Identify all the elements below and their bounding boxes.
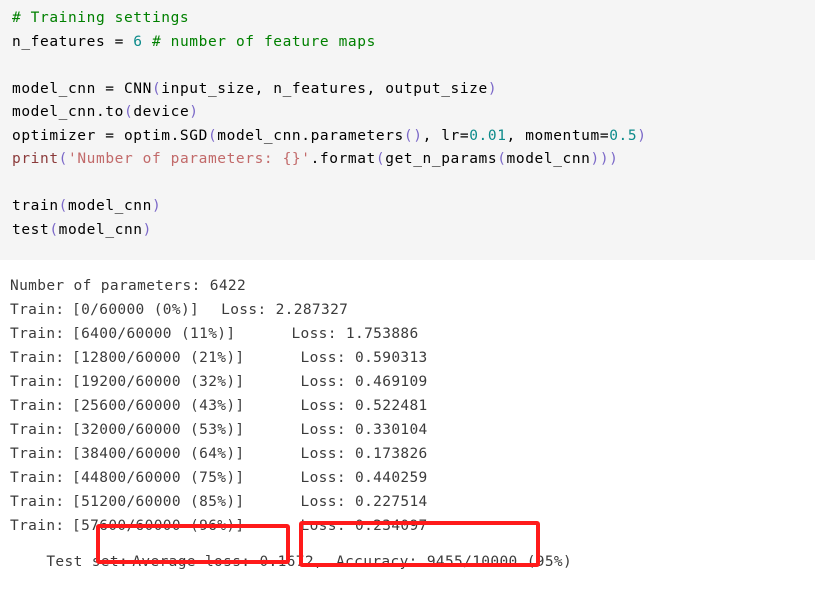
code-token-paren: (: [123, 104, 134, 120]
train-row-progress: [25600/60000 (43%)]: [72, 398, 245, 414]
code-token-paren: ): [487, 80, 498, 97]
code-token-paren: (: [151, 80, 162, 97]
code-token-paren: (: [49, 221, 59, 238]
train-row-loss: Loss: 0.469109: [300, 374, 428, 390]
output-train-row: Train: [6400/60000 (11%)] Loss: 1.753886: [10, 322, 815, 346]
train-row-progress: [19200/60000 (32%)]: [72, 374, 245, 390]
code-token-paren: (: [58, 151, 68, 167]
code-token-comment: # Training settings: [12, 10, 190, 26]
code-token-num: 0.5: [609, 127, 638, 144]
code-token-comment: # number of feature maps: [151, 33, 376, 50]
code-token-paren: ): [637, 127, 647, 144]
train-row-progress: [12800/60000 (21%)]: [72, 350, 245, 366]
code-token-fn: print: [12, 151, 59, 167]
code-token-plain: n_features =: [12, 33, 134, 50]
train-row-label: Train:: [10, 398, 65, 414]
code-cell[interactable]: # Training settings n_features = 6 # numb…: [0, 0, 815, 260]
test-set-accuracy: Accuracy: 9455/10000 (95%): [336, 554, 573, 570]
train-row-label: Train:: [10, 326, 65, 342]
code-token-paren: ): [189, 104, 199, 120]
train-row-loss: Loss: 0.440259: [300, 470, 428, 486]
code-token-plain: , lr=: [422, 127, 470, 144]
code-token-plain: get_n_params: [385, 151, 498, 167]
code-line: train(model_cnn): [12, 195, 815, 219]
train-row-progress: [32000/60000 (53%)]: [72, 422, 245, 438]
code-line: print('Number of parameters: {}'.format(…: [12, 148, 815, 172]
output-line-param-count: Number of parameters: 6422: [10, 278, 247, 294]
code-token-paren: (: [497, 151, 507, 167]
code-line: # Training settings: [12, 7, 815, 31]
train-row-loss: Loss: 0.227514: [300, 494, 428, 510]
train-row-progress: [44800/60000 (75%)]: [72, 470, 245, 486]
code-token-plain: input_size, n_features, output_size: [161, 80, 488, 97]
train-row-progress: [6400/60000 (11%)]: [72, 326, 236, 342]
output-train-row: Train: [0/60000 (0%)] Loss: 2.287327: [10, 298, 815, 322]
code-token-plain: train: [12, 198, 59, 214]
code-token-plain: model_cnn = CNN: [12, 80, 152, 97]
train-row-label: Train:: [10, 446, 65, 462]
train-row-progress: [0/60000 (0%)]: [72, 302, 200, 318]
test-set-average-loss: Average loss: 0.1672,: [132, 554, 324, 570]
output-line-test-set: Test set: Average loss: 0.1672, Accuracy:…: [10, 529, 572, 595]
code-token-plain: model_cnn.parameters: [217, 127, 404, 144]
train-row-label: Train:: [10, 374, 65, 390]
code-token-paren: (: [58, 198, 68, 214]
code-token-plain: model_cnn: [68, 198, 152, 214]
code-token-plain: .format: [310, 151, 376, 167]
code-token-paren: ))): [590, 151, 619, 167]
code-token-plain: model_cnn.to: [12, 104, 124, 120]
output-train-row: Train: [32000/60000 (53%)] Loss: 0.330104: [10, 418, 815, 442]
train-row-label: Train:: [10, 470, 65, 486]
train-row-loss: Loss: 0.522481: [300, 398, 428, 414]
output-train-row: Train: [51200/60000 (85%)] Loss: 0.227514: [10, 490, 815, 514]
test-set-prefix: Test set:: [46, 554, 138, 570]
train-row-loss: Loss: 1.753886: [291, 326, 419, 342]
code-token-paren: (: [207, 127, 218, 144]
code-token-plain: model_cnn: [506, 151, 591, 167]
train-row-progress: [38400/60000 (64%)]: [72, 446, 245, 462]
output-train-row: Train: [19200/60000 (32%)] Loss: 0.469109: [10, 370, 815, 394]
code-token-num: 0.01: [469, 127, 507, 144]
code-token-plain: test: [12, 221, 50, 238]
code-token-num: 6: [133, 33, 143, 50]
code-line: model_cnn.to(device): [12, 101, 815, 125]
code-token-plain: device: [133, 104, 190, 120]
train-row-loss: Loss: 2.287327: [221, 302, 349, 318]
train-row-label: Train:: [10, 422, 65, 438]
code-line: n_features = 6 # number of feature maps: [12, 31, 815, 55]
code-source[interactable]: # Training settings n_features = 6 # numb…: [12, 7, 815, 242]
output-train-row: Train: [12800/60000 (21%)] Loss: 0.590313: [10, 346, 815, 370]
code-token-plain: model_cnn: [58, 221, 143, 238]
code-line: test(model_cnn): [12, 219, 815, 243]
code-token-plain: , momentum=: [506, 127, 610, 144]
train-row-label: Train:: [10, 494, 65, 510]
train-row-label: Train:: [10, 302, 65, 318]
train-row-loss: Loss: 0.330104: [300, 422, 428, 438]
train-row-loss: Loss: 0.590313: [300, 350, 428, 366]
code-token-paren: (): [403, 127, 423, 144]
train-row-label: Train:: [10, 350, 65, 366]
output-train-row: Train: [44800/60000 (75%)] Loss: 0.440259: [10, 466, 815, 490]
output-train-row: Train: [25600/60000 (43%)] Loss: 0.522481: [10, 394, 815, 418]
code-token-paren: (: [375, 151, 386, 167]
code-token-paren: ): [142, 221, 152, 238]
code-token-str: 'Number of parameters: {}': [68, 151, 311, 167]
code-line: model_cnn = CNN(input_size, n_features, …: [12, 78, 815, 102]
output-train-row: Train: [38400/60000 (64%)] Loss: 0.173826: [10, 442, 815, 466]
train-row-loss: Loss: 0.173826: [300, 446, 428, 462]
output-train-log: Train: [0/60000 (0%)] Loss: 2.287327 Train:…: [10, 298, 815, 538]
train-row-progress: [51200/60000 (85%)]: [72, 494, 245, 510]
code-line: optimizer = optim.SGD(model_cnn.paramete…: [12, 125, 815, 149]
code-token-plain: optimizer = optim.SGD: [12, 127, 208, 144]
code-token-paren: ): [151, 198, 162, 214]
notebook-cell-screenshot: # Training settings n_features = 6 # numb…: [0, 0, 815, 576]
